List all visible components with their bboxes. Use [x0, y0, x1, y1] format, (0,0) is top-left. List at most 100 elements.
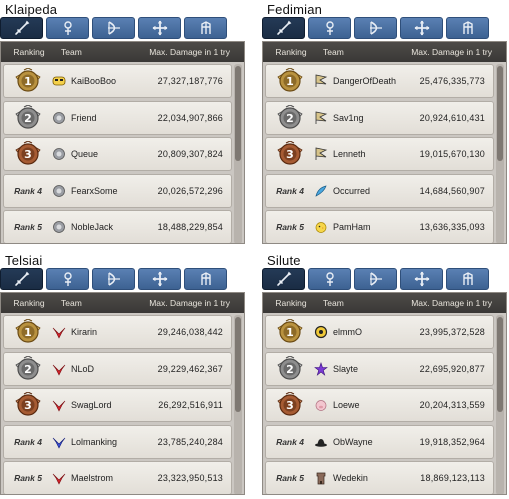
- class-tab[interactable]: [184, 17, 227, 39]
- header-team: Team: [61, 298, 82, 308]
- table-row[interactable]: Rank 5 Maelstrom 23,323,950,513: [3, 461, 232, 494]
- class-tab[interactable]: [138, 268, 181, 290]
- table-row[interactable]: Rank 4 Occurred 14,684,560,907: [265, 173, 494, 208]
- ranking-panel: Silute Ranking Team Max. Damage in 1 try 1 el…: [262, 251, 507, 495]
- team-name: KaiBooBoo: [71, 76, 117, 86]
- rank-cell: 1: [4, 318, 52, 345]
- class-tab[interactable]: [262, 17, 305, 39]
- max-damage: 25,476,335,773: [419, 76, 485, 86]
- class-tabs: [262, 268, 507, 290]
- mask-icon: [52, 74, 66, 88]
- rank-number: 2: [286, 362, 294, 376]
- rank-medal-icon: 2: [277, 103, 303, 131]
- scrollbar[interactable]: [496, 315, 504, 494]
- rank-medal-icon: 1: [277, 318, 303, 345]
- header-damage: Max. Damage in 1 try: [149, 47, 230, 57]
- ranking-table: Ranking Team Max. Damage in 1 try 1 elmmO 23,…: [262, 292, 507, 495]
- rank-cell: Rank 5: [266, 473, 314, 483]
- scrollbar-thumb[interactable]: [235, 66, 241, 161]
- rank-number: 1: [24, 326, 32, 339]
- table-row[interactable]: Rank 5 NobleJack 18,488,229,854: [3, 210, 232, 243]
- rank-label: Rank 5: [14, 222, 42, 232]
- rank-cell: 3: [266, 140, 314, 167]
- max-damage: 29,246,038,442: [157, 327, 223, 337]
- region-title: Telsiai: [5, 253, 43, 268]
- table-row[interactable]: Rank 5 PamHam 13,636,335,093: [265, 210, 494, 243]
- class-tab[interactable]: [308, 268, 351, 290]
- max-damage: 13,636,335,093: [419, 222, 485, 232]
- red-emblem-icon: [52, 398, 66, 412]
- table-row[interactable]: Rank 4 FearxSome 20,026,572,296: [3, 173, 232, 208]
- scrollbar[interactable]: [496, 64, 504, 243]
- class-tab[interactable]: [354, 17, 397, 39]
- rank-cell: Rank 5: [266, 222, 314, 232]
- chick-icon: [314, 220, 328, 234]
- region-title: Klaipeda: [5, 2, 58, 17]
- cross-icon: [152, 20, 168, 36]
- scrollbar-thumb[interactable]: [235, 317, 241, 412]
- rank-medal-icon: 1: [277, 67, 303, 94]
- table-row[interactable]: 2 Slayte 22,695,920,877: [265, 351, 494, 386]
- class-tab[interactable]: [92, 17, 135, 39]
- rank-medal-icon: 1: [15, 318, 41, 345]
- max-damage: 18,869,123,113: [420, 473, 485, 483]
- team-name: Lenneth: [333, 149, 366, 159]
- class-tab[interactable]: [138, 17, 181, 39]
- table-row[interactable]: 2 Sav1ng 20,924,610,431: [265, 100, 494, 135]
- table-header: Ranking Team Max. Damage in 1 try: [1, 42, 244, 62]
- table-row[interactable]: 1 Kirarin 29,246,038,442: [3, 315, 232, 349]
- crest-icon: [52, 111, 66, 125]
- crest-icon: [52, 220, 66, 234]
- scrollbar-thumb[interactable]: [497, 317, 503, 412]
- ranking-panel: Telsiai Ranking Team Max. Damage in 1 try 1 K…: [0, 251, 245, 495]
- class-tab[interactable]: [446, 268, 489, 290]
- table-row[interactable]: 2 Friend 22,034,907,866: [3, 100, 232, 135]
- table-row[interactable]: 1 DangerOfDeath 25,476,335,773: [265, 64, 494, 98]
- rank-medal-icon: 2: [277, 354, 303, 382]
- scrollbar[interactable]: [234, 64, 242, 243]
- table-row[interactable]: 1 elmmO 23,995,372,528: [265, 315, 494, 349]
- class-tab[interactable]: [308, 17, 351, 39]
- table-row[interactable]: 2 NLoD 29,229,462,367: [3, 351, 232, 386]
- class-tab[interactable]: [400, 268, 443, 290]
- header-team: Team: [61, 47, 82, 57]
- table-row[interactable]: Rank 4 Lolmanking 23,785,240,284: [3, 424, 232, 459]
- scrollbar[interactable]: [234, 315, 242, 494]
- rank-label: Rank 5: [276, 222, 304, 232]
- class-tab[interactable]: [262, 268, 305, 290]
- fencer-icon: [198, 271, 214, 287]
- red-emblem-icon: [52, 325, 66, 339]
- class-tab[interactable]: [46, 268, 89, 290]
- class-tab[interactable]: [46, 17, 89, 39]
- table-row[interactable]: 1 KaiBooBoo 27,327,187,776: [3, 64, 232, 98]
- rank-cell: 2: [266, 103, 314, 131]
- class-tab[interactable]: [0, 17, 43, 39]
- table-row[interactable]: 3 Loewe 20,204,313,559: [265, 388, 494, 422]
- rank-cell: Rank 4: [266, 437, 314, 447]
- sword-icon: [14, 20, 30, 36]
- max-damage: 22,695,920,877: [419, 363, 485, 374]
- class-tabs: [0, 268, 245, 290]
- class-tab[interactable]: [184, 268, 227, 290]
- team-name: SwagLord: [71, 400, 112, 410]
- rank-label: Rank 4: [276, 436, 304, 447]
- class-tab[interactable]: [92, 268, 135, 290]
- fencer-icon: [198, 20, 214, 36]
- table-row[interactable]: Rank 5 Wedekin 18,869,123,113: [265, 461, 494, 494]
- table-header: Ranking Team Max. Damage in 1 try: [1, 293, 244, 313]
- class-tab[interactable]: [446, 17, 489, 39]
- class-tab[interactable]: [400, 17, 443, 39]
- rank-cell: Rank 4: [4, 437, 52, 447]
- table-row[interactable]: 3 SwagLord 26,292,516,911: [3, 388, 232, 422]
- scrollbar-thumb[interactable]: [497, 66, 503, 161]
- class-tab[interactable]: [354, 268, 397, 290]
- table-row[interactable]: 3 Lenneth 19,015,670,130: [265, 137, 494, 171]
- rank-number: 1: [286, 326, 294, 339]
- max-damage: 29,229,462,367: [157, 363, 223, 374]
- team-name: Slayte: [333, 363, 359, 374]
- rank-cell: 3: [4, 140, 52, 167]
- class-tab[interactable]: [0, 268, 43, 290]
- table-row[interactable]: Rank 4 ObWayne 19,918,352,964: [265, 424, 494, 459]
- table-row[interactable]: 3 Queue 20,809,307,824: [3, 137, 232, 171]
- rank-label: Rank 4: [14, 436, 42, 447]
